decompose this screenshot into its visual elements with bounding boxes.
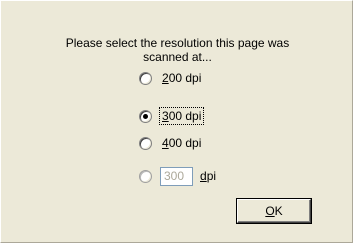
prompt-line-2: scanned at... <box>143 50 212 64</box>
ok-button[interactable]: OK <box>237 199 311 223</box>
option-300-dpi-accel: 3 <box>162 109 169 123</box>
option-400-dpi-label: 400 dpi <box>160 135 203 151</box>
radio-300-dpi[interactable] <box>139 109 152 123</box>
option-200-dpi-accel: 2 <box>162 71 169 85</box>
option-400-dpi[interactable]: 400 dpi <box>139 134 203 152</box>
option-custom-dpi[interactable]: dpi <box>139 166 218 186</box>
custom-dpi-unit-rest: pi <box>206 169 217 183</box>
ok-button-rest: K <box>274 204 283 218</box>
prompt-text: Please select the resolution this page w… <box>21 36 334 64</box>
prompt-line-1: Please select the resolution this page w… <box>65 36 290 50</box>
option-200-dpi-rest: 00 dpi <box>168 71 202 85</box>
option-400-dpi-rest: 00 dpi <box>168 136 202 150</box>
option-300-dpi-label: 300 dpi <box>158 107 205 125</box>
option-200-dpi[interactable]: 200 dpi <box>139 69 203 87</box>
option-400-dpi-accel: 4 <box>162 136 169 150</box>
option-300-dpi[interactable]: 300 dpi <box>139 107 205 125</box>
ok-button-accel: O <box>265 204 275 218</box>
radio-custom-dpi[interactable] <box>139 169 152 183</box>
radio-400-dpi[interactable] <box>139 136 152 150</box>
option-200-dpi-label: 200 dpi <box>160 70 203 86</box>
resolution-dialog: Please select the resolution this page w… <box>0 0 353 243</box>
option-300-dpi-rest: 00 dpi <box>168 109 202 123</box>
radio-200-dpi[interactable] <box>139 71 152 85</box>
custom-dpi-unit-accel: d <box>200 169 207 183</box>
custom-dpi-unit: dpi <box>198 168 218 184</box>
custom-dpi-input[interactable] <box>160 166 193 186</box>
